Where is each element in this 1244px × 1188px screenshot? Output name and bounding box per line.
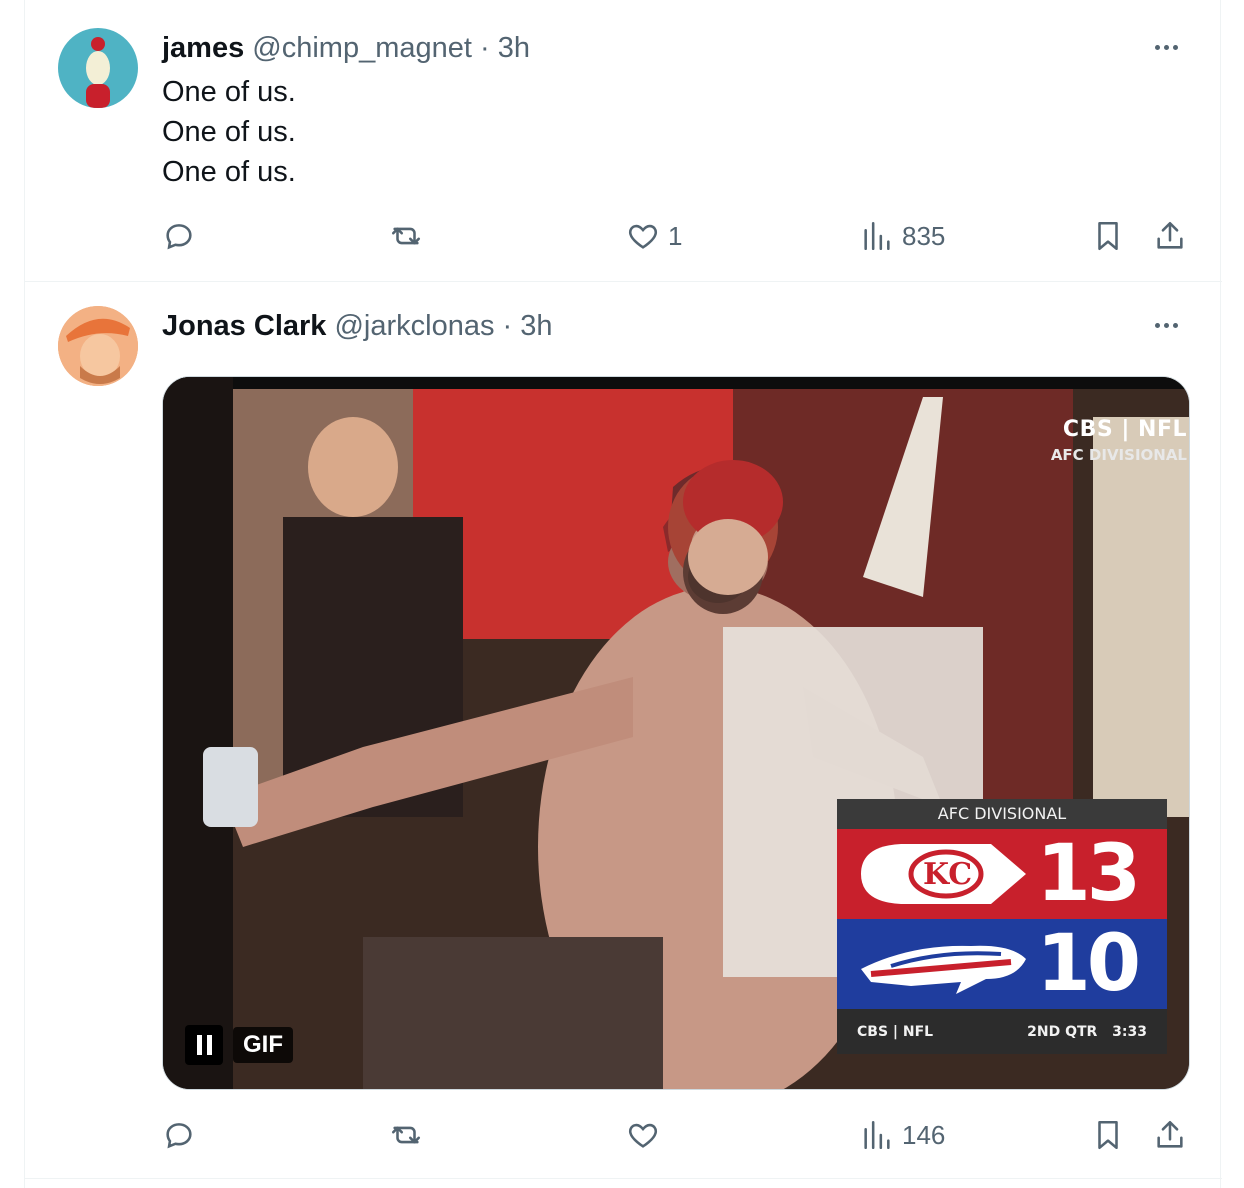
more-icon (1154, 322, 1160, 328)
avatar[interactable] (58, 28, 138, 108)
scorebug-away-row: 10 (837, 919, 1167, 1009)
views-icon (864, 221, 890, 251)
tweet-2[interactable]: Jonas Clark @jarkclonas · 3h CBS | NFL A… (25, 281, 1222, 1179)
away-score: 10 (1036, 919, 1141, 1009)
scorebug-title: AFC DIVISIONAL (837, 799, 1167, 829)
action-bar: 1 835 (162, 216, 1192, 256)
svg-text:KC: KC (923, 857, 972, 892)
bills-logo (861, 945, 1026, 994)
network-subtitle: AFC DIVISIONAL (1050, 446, 1187, 464)
heart-icon (628, 224, 658, 249)
gif-media[interactable]: CBS | NFL AFC DIVISIONAL AFC DIVISIONAL … (162, 376, 1190, 1090)
game-clock: 3:33 (1112, 1023, 1147, 1040)
game-period: 2ND QTR (1027, 1023, 1098, 1040)
tweet-1[interactable]: james @chimp_magnet · 3h One of us. One … (25, 0, 1222, 282)
reply-button[interactable] (162, 216, 196, 256)
tweet-header: james @chimp_magnet · 3h (162, 30, 530, 66)
user-handle[interactable]: @chimp_magnet (252, 32, 472, 64)
network-name: CBS | NFL (1062, 417, 1187, 442)
share-button[interactable] (1153, 216, 1187, 256)
timestamp[interactable]: 3h (498, 32, 530, 64)
gif-controls: GIF (185, 1025, 293, 1065)
user-handle[interactable]: @jarkclonas (334, 310, 494, 342)
pause-button[interactable] (185, 1025, 223, 1065)
heart-icon (628, 1123, 658, 1148)
gif-label: GIF (233, 1027, 293, 1063)
display-name[interactable]: Jonas Clark (162, 310, 326, 342)
timestamp[interactable]: 3h (520, 310, 552, 342)
share-icon (1157, 221, 1183, 249)
more-button[interactable] (1146, 310, 1186, 340)
reply-icon (166, 1123, 192, 1149)
scorebug: AFC DIVISIONAL KC 13 10 CBS | NFL 2ND QT… (837, 799, 1167, 1054)
share-button[interactable] (1153, 1115, 1187, 1155)
retweet-button[interactable] (389, 216, 423, 256)
action-bar: 146 (162, 1115, 1192, 1155)
bookmark-button[interactable] (1091, 216, 1125, 256)
home-score: 13 (1036, 829, 1141, 919)
network-logo: CBS | NFL AFC DIVISIONAL (1051, 417, 1187, 464)
separator: · (480, 32, 490, 64)
views-button[interactable]: 835 (860, 216, 945, 256)
like-count: 1 (668, 220, 683, 251)
more-icon (1154, 44, 1160, 50)
view-count: 146 (902, 1119, 946, 1150)
like-button[interactable]: 1 (626, 216, 682, 256)
display-name[interactable]: james (162, 32, 244, 64)
tweet-line: One of us. (162, 156, 296, 188)
retweet-button[interactable] (389, 1115, 423, 1155)
scorebug-network: CBS | NFL (857, 1023, 934, 1040)
reply-icon (166, 224, 192, 250)
tweet-text: One of us. One of us. One of us. (162, 72, 296, 192)
view-count: 835 (902, 220, 946, 251)
retweet-icon (391, 227, 421, 245)
avatar[interactable] (58, 306, 138, 386)
game-clock-wrap: 2ND QTR 3:33 (1027, 1024, 1147, 1040)
bookmark-button[interactable] (1091, 1115, 1125, 1155)
chiefs-logo: KC (861, 844, 1026, 904)
separator: · (502, 310, 513, 342)
bookmark-icon (1098, 221, 1118, 251)
scorebug-footer: CBS | NFL 2ND QTR 3:33 (837, 1009, 1167, 1054)
views-button[interactable]: 146 (860, 1115, 945, 1155)
timeline: james @chimp_magnet · 3h One of us. One … (24, 0, 1222, 1188)
views-icon (864, 1120, 890, 1150)
share-icon (1157, 1120, 1183, 1148)
reply-button[interactable] (162, 1115, 196, 1155)
scorebug-home-row: KC 13 (837, 829, 1167, 919)
tweet-header: Jonas Clark @jarkclonas · 3h (162, 308, 553, 344)
tweet-line: One of us. (162, 116, 296, 148)
retweet-icon (391, 1126, 421, 1144)
pause-icon (196, 1035, 202, 1055)
more-button[interactable] (1146, 32, 1186, 62)
bookmark-icon (1098, 1120, 1118, 1150)
like-button[interactable] (626, 1115, 668, 1155)
tweet-line: One of us. (162, 76, 296, 108)
